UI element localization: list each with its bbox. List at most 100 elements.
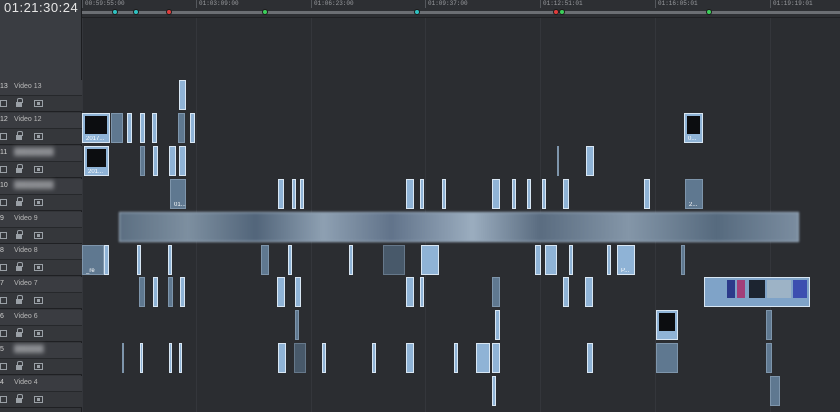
- timeline-marker[interactable]: [262, 9, 268, 15]
- timeline-clip[interactable]: [770, 376, 780, 406]
- track-header-video7[interactable]: 7 Video 7: [0, 277, 82, 293]
- track-toggle-icon[interactable]: [0, 330, 7, 337]
- track-toggle-icon[interactable]: [0, 232, 7, 239]
- timeline-clip[interactable]: [278, 343, 286, 373]
- timeline-clip[interactable]: [527, 179, 531, 209]
- timeline-clip[interactable]: [586, 146, 594, 176]
- monitor-icon[interactable]: [34, 199, 43, 206]
- timeline-clip[interactable]: [681, 245, 685, 275]
- timeline-clip[interactable]: [492, 376, 496, 406]
- timeline-clip[interactable]: [420, 179, 424, 209]
- timeline-clip[interactable]: [587, 343, 593, 373]
- track-header-video9[interactable]: 9 Video 9: [0, 212, 82, 228]
- timeline-clip[interactable]: 0...: [684, 113, 703, 143]
- timeline-clip[interactable]: [766, 343, 772, 373]
- lock-icon[interactable]: [16, 295, 23, 304]
- timeline-marker[interactable]: [112, 9, 118, 15]
- timeline-clip[interactable]: [300, 179, 304, 209]
- timeline-clip[interactable]: [278, 179, 284, 209]
- timeline-clip[interactable]: 2017...: [82, 113, 110, 143]
- timeline-clip[interactable]: [153, 146, 158, 176]
- timeline-clip[interactable]: [140, 146, 145, 176]
- timeline-clip[interactable]: [122, 343, 124, 373]
- timeline-clip[interactable]: [153, 277, 158, 307]
- monitor-icon[interactable]: [34, 133, 43, 140]
- timeline-clip[interactable]: [421, 245, 439, 275]
- lock-icon[interactable]: [16, 131, 23, 140]
- timeline-clip[interactable]: [179, 80, 186, 110]
- track-toggle-icon[interactable]: [0, 133, 7, 140]
- timeline-clip[interactable]: [168, 245, 172, 275]
- timeline-clip[interactable]: [139, 277, 145, 307]
- timeline-clip[interactable]: [563, 277, 569, 307]
- timeline-clip[interactable]: [492, 179, 500, 209]
- track-toggle-icon[interactable]: [0, 363, 7, 370]
- lock-icon[interactable]: [16, 197, 23, 206]
- timeline-clip[interactable]: [168, 277, 173, 307]
- timeline-clip[interactable]: [656, 343, 678, 373]
- timeline-clip[interactable]: [104, 245, 109, 275]
- timeline-clip[interactable]: [179, 146, 186, 176]
- monitor-icon[interactable]: [34, 232, 43, 239]
- lock-icon[interactable]: [16, 394, 23, 403]
- timeline-marker[interactable]: [706, 9, 712, 15]
- monitor-icon[interactable]: [34, 166, 43, 173]
- lock-icon[interactable]: [16, 361, 23, 370]
- timeline-clip[interactable]: [557, 146, 559, 176]
- timeline-clip[interactable]: [180, 277, 185, 307]
- track-header-video12[interactable]: 12 Video 12: [0, 113, 82, 129]
- timeline-clip[interactable]: [190, 113, 195, 143]
- timeline-clip[interactable]: [420, 277, 424, 307]
- track-header-video13[interactable]: 13 Video 13: [0, 80, 82, 96]
- timeline-clip[interactable]: [492, 343, 500, 373]
- timeline-clip[interactable]: [349, 245, 353, 275]
- timeline-clip[interactable]: [495, 310, 500, 340]
- timeline-clip[interactable]: [383, 245, 405, 275]
- timeline-clip[interactable]: [169, 146, 176, 176]
- timeline-clip[interactable]: [127, 113, 132, 143]
- lock-icon[interactable]: [16, 98, 23, 107]
- timeline-clip[interactable]: [372, 343, 376, 373]
- track-header-video6[interactable]: 6 Video 6: [0, 310, 82, 326]
- timeline-clip[interactable]: [512, 179, 516, 209]
- monitor-icon[interactable]: [34, 297, 43, 304]
- lock-icon[interactable]: [16, 164, 23, 173]
- track-header-10[interactable]: 10 ████████: [0, 179, 82, 195]
- monitor-icon[interactable]: [34, 264, 43, 271]
- timeline-clip[interactable]: [766, 310, 772, 340]
- timeline-marker[interactable]: [414, 9, 420, 15]
- timeline-clip[interactable]: [476, 343, 490, 373]
- timeline-clip[interactable]: [137, 245, 141, 275]
- timeline-clip-group[interactable]: [119, 212, 799, 242]
- track-toggle-icon[interactable]: [0, 297, 7, 304]
- timeline-clip[interactable]: P...: [617, 245, 635, 275]
- timeline-marker[interactable]: [559, 9, 565, 15]
- timeline-clip-group[interactable]: [704, 277, 810, 307]
- timeline-clip[interactable]: [288, 245, 292, 275]
- timeline-clip[interactable]: [607, 245, 611, 275]
- monitor-icon[interactable]: [34, 363, 43, 370]
- timeline-clip[interactable]: [178, 113, 185, 143]
- timeline-ruler[interactable]: 00:59:55:00 01:03:09:00 01:06:23:00 01:0…: [82, 0, 840, 18]
- track-header-video4[interactable]: 4 Video 4: [0, 376, 82, 392]
- track-header-video8[interactable]: 8 Video 8: [0, 244, 82, 260]
- timeline-clip[interactable]: 01...: [170, 179, 186, 209]
- timeline-clip[interactable]: [492, 277, 500, 307]
- timeline-clip[interactable]: [644, 179, 650, 209]
- timeline-clip[interactable]: [294, 343, 306, 373]
- monitor-icon[interactable]: [34, 396, 43, 403]
- timeline-clip[interactable]: [179, 343, 182, 373]
- track-header-11[interactable]: 11 ████████: [0, 146, 82, 162]
- track-toggle-icon[interactable]: [0, 166, 7, 173]
- timeline-clip[interactable]: [140, 113, 145, 143]
- timeline-clip[interactable]: [542, 179, 546, 209]
- track-header-5[interactable]: 5 ██████: [0, 343, 82, 359]
- timeline-clip[interactable]: [454, 343, 458, 373]
- monitor-icon[interactable]: [34, 330, 43, 337]
- lock-icon[interactable]: [16, 328, 23, 337]
- timeline-clip[interactable]: [292, 179, 296, 209]
- timeline-clip[interactable]: [563, 179, 569, 209]
- timeline-clip[interactable]: 2...: [685, 179, 703, 209]
- timeline-clip[interactable]: [406, 179, 414, 209]
- timeline-clip[interactable]: [152, 113, 157, 143]
